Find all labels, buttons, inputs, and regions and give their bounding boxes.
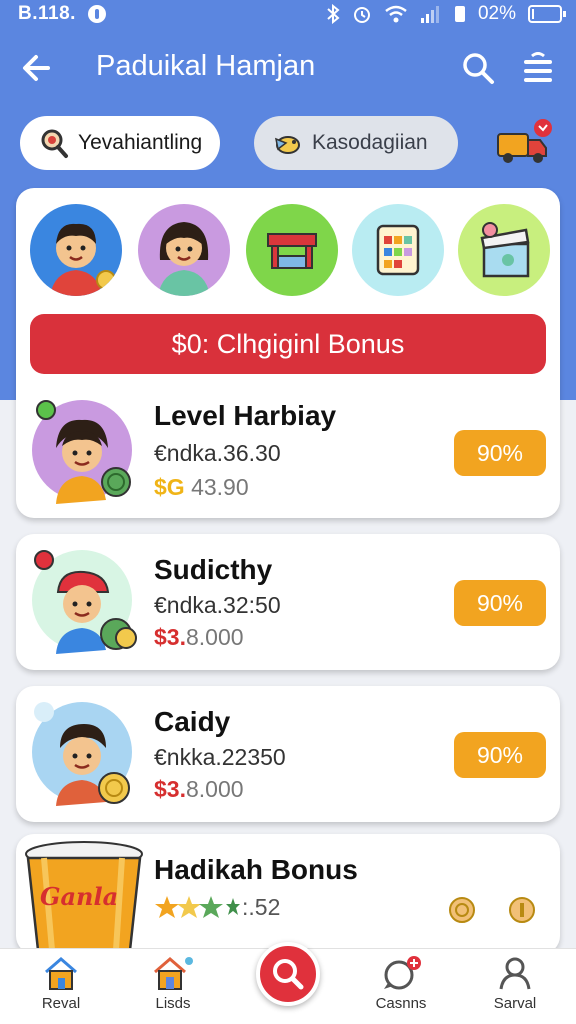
chip-label: Yevahiantling <box>78 131 203 154</box>
search-icon[interactable] <box>458 48 498 88</box>
girl-avatar-icon <box>158 222 210 296</box>
nav-item-lisds[interactable]: Lisds <box>128 955 218 1023</box>
item-subtitle: €ndka.36.30 <box>154 440 281 466</box>
list-item[interactable]: Sudicthy €ndka.32:50 $3.8.000 90% <box>16 534 560 670</box>
category-avatar-boy[interactable] <box>30 204 122 296</box>
boy-avatar-icon <box>50 223 116 296</box>
sim-icon <box>454 6 465 22</box>
item-subtitle: :.52 <box>242 894 281 920</box>
nav-label: Casnns <box>375 995 427 1012</box>
badge-label: 90% <box>476 589 524 616</box>
page-title: Paduikal Hamjan <box>96 50 316 82</box>
battery-icon <box>528 5 566 23</box>
coin-icon[interactable] <box>508 896 536 924</box>
item-title: Level Harbiay <box>154 400 337 431</box>
item-currency: $3. <box>154 624 186 650</box>
nav-label: Lisds <box>155 995 191 1012</box>
discount-badge-button[interactable]: 90% <box>454 430 546 476</box>
item-title: Hadikah Bonus <box>154 854 358 885</box>
item-value: $3.8.000 <box>154 776 244 803</box>
bonus-banner-button[interactable]: $0: Clhgiginl Bonus <box>30 314 546 374</box>
gift-box-icon <box>480 222 530 278</box>
category-avatar-girl[interactable] <box>138 204 230 296</box>
item-rating: :.52 <box>154 894 280 921</box>
notification-dot-icon <box>88 5 106 23</box>
badge-label: 90% <box>476 741 524 768</box>
signal-icon <box>420 6 439 23</box>
house-list-icon <box>154 957 193 990</box>
alarm-icon <box>353 7 370 23</box>
player-avatar-icon <box>32 702 132 806</box>
badge-label: 90% <box>476 439 524 466</box>
player-avatar-icon <box>32 400 132 504</box>
table-icon <box>267 233 317 269</box>
wifi-icon <box>385 5 407 23</box>
home-icon <box>45 957 77 990</box>
category-furniture[interactable] <box>246 204 338 296</box>
player-avatar-icon <box>32 550 137 654</box>
nav-label: Reval <box>41 995 81 1012</box>
stars-icon <box>155 895 240 918</box>
item-amount: 43.90 <box>191 474 249 500</box>
item-subtitle: €ndka.32:50 <box>154 592 281 618</box>
chip-filter-primary[interactable]: Yevahiantling <box>20 116 220 170</box>
item-subtitle: €nkka.22350 <box>154 744 286 770</box>
status-time: B.118. <box>18 3 76 24</box>
nav-label: Sarval <box>493 995 537 1012</box>
coin-icon[interactable] <box>448 896 476 924</box>
user-icon <box>499 957 531 990</box>
magnifier-icon <box>41 129 68 158</box>
item-currency: $G <box>154 474 185 500</box>
back-arrow-icon[interactable] <box>18 48 58 88</box>
list-item[interactable]: Ganla Hadikah Bonus :.52 <box>16 834 560 954</box>
delivery-truck-icon[interactable] <box>494 116 556 168</box>
discount-badge-button[interactable]: 90% <box>454 580 546 626</box>
bonus-banner-label: $0: Clhgiginl Bonus <box>171 328 405 359</box>
item-value: $3.8.000 <box>154 624 244 651</box>
bluetooth-icon <box>327 4 340 24</box>
bird-icon <box>274 136 300 154</box>
discount-badge-button[interactable]: 90% <box>454 732 546 778</box>
cup-logo-text: Ganla <box>40 882 119 911</box>
status-icons: 02% <box>326 3 566 25</box>
calendar-icon <box>376 224 420 276</box>
nav-item-sarval[interactable]: Sarval <box>470 955 560 1023</box>
category-row <box>30 204 550 296</box>
item-value: $G 43.90 <box>154 474 249 501</box>
status-bar: B.118. 02% <box>0 0 576 30</box>
item-amount: 8.000 <box>185 776 244 802</box>
category-gift-box[interactable] <box>458 204 550 296</box>
category-calendar[interactable] <box>352 204 444 296</box>
app-bar: Paduikal Hamjan <box>0 38 576 98</box>
item-title: Sudicthy <box>154 554 273 585</box>
search-icon <box>273 959 304 990</box>
chip-filter-secondary[interactable]: Kasodagiian <box>254 116 458 170</box>
chip-label: Kasodagiian <box>312 131 428 154</box>
menu-icon[interactable] <box>516 48 560 88</box>
item-title: Caidy <box>154 706 231 737</box>
item-amount: 8.000 <box>185 624 244 650</box>
list-item[interactable]: Caidy €nkka.22350 $3.8.000 90% <box>16 686 560 822</box>
categories-card: $0: Clhgiginl Bonus Level Harbiay €ndka.… <box>16 188 560 518</box>
nav-item-casnns[interactable]: Casnns <box>356 955 446 1023</box>
nav-item-reval[interactable]: Reval <box>16 955 106 1023</box>
chat-bubble-icon <box>384 956 421 990</box>
battery-percentage: 02% <box>477 3 516 24</box>
search-fab-button[interactable] <box>256 942 320 1006</box>
item-currency: $3. <box>154 776 186 802</box>
